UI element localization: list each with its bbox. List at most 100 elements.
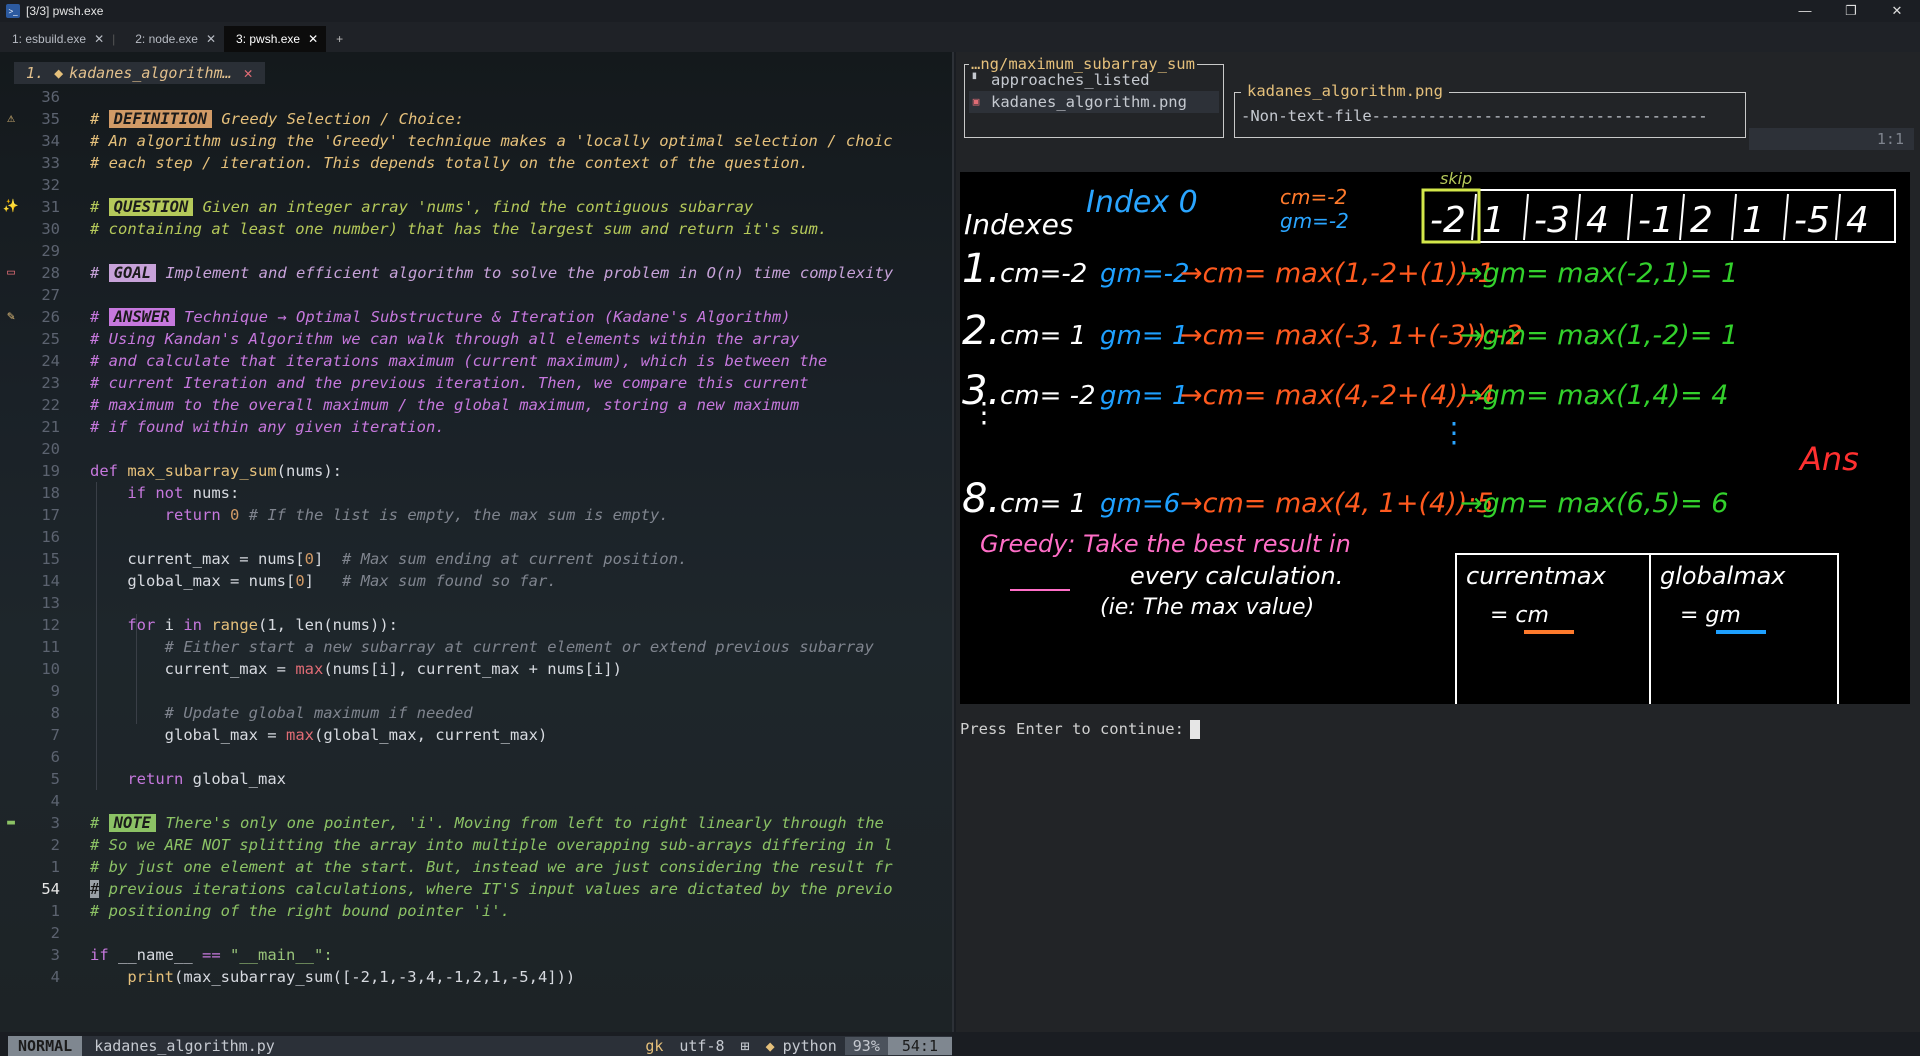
line-number: 29 — [41, 242, 60, 260]
tab-label: 1: esbuild.exe — [12, 32, 87, 46]
line-number: 27 — [41, 286, 60, 304]
code-line[interactable]: ✎ 26 # ANSWER Technique → Optimal Substruc… — [0, 306, 952, 328]
code-line[interactable]: 15 current_max = nums[0] # Max sum endin… — [0, 548, 952, 570]
line-number: 14 — [41, 572, 60, 590]
array-cell: 1 — [1482, 200, 1505, 241]
code-line[interactable]: 5 return global_max — [0, 768, 952, 790]
code-text: print(max_subarray_sum([-2,1,-3,4,-1,2,1… — [127, 968, 576, 986]
code-line[interactable]: 29 — [0, 240, 952, 262]
code-line[interactable]: 8 # Update global maximum if needed — [0, 702, 952, 724]
code-line[interactable]: 1 # positioning of the right bound pointe… — [0, 900, 952, 922]
tab-pwsh[interactable]: 3: pwsh.exe ✕ — [224, 26, 327, 52]
array-separator — [1679, 193, 1685, 241]
minimize-icon[interactable]: — — [1782, 0, 1828, 22]
code-line[interactable]: ⚠ 35 # DEFINITION Greedy Selection / Choic… — [0, 108, 952, 130]
array-cell: -3 — [1534, 200, 1570, 241]
skip-label: skip — [1440, 172, 1472, 188]
close-icon[interactable]: ✕ — [94, 32, 104, 46]
code-text: # and calculate that iterations maximum … — [90, 352, 828, 370]
calc-text: gm= 1 — [1100, 381, 1188, 411]
code-line[interactable]: ▭ 28 # GOAL Implement and efficient algori… — [0, 262, 952, 284]
code-line[interactable]: 32 — [0, 174, 952, 196]
code-line[interactable]: ▬ 3 # NOTE There's only one pointer, 'i'. … — [0, 812, 952, 834]
buffer-tab[interactable]: 1. ◆ kadanes_algorithm… ✕ — [14, 62, 265, 84]
close-icon[interactable]: ✕ — [308, 32, 318, 46]
code-text: # current Iteration and the previous ite… — [90, 374, 809, 392]
code-text: if __name__ == "__main__": — [90, 946, 333, 964]
code-text: if not nums: — [127, 484, 240, 502]
code-line[interactable]: 17 return 0 # If the list is empty, the … — [0, 504, 952, 526]
calc-text: gm=6 — [1100, 489, 1180, 519]
code-line[interactable]: 10 current_max = max(nums[i], current_ma… — [0, 658, 952, 680]
close-icon[interactable]: ✕ — [244, 64, 253, 82]
calc-text: cm=-2 — [1000, 259, 1087, 289]
code-line[interactable]: 34 # An algorithm using the 'Greedy' tech… — [0, 130, 952, 152]
list-item[interactable]: ▘ approaches_listed — [969, 69, 1219, 91]
line-number: 54 — [41, 880, 60, 898]
code-line[interactable]: 21 # if found within any given iteration. — [0, 416, 952, 438]
array-cell: 1 — [1742, 200, 1765, 241]
pane-divider[interactable] — [952, 52, 954, 1032]
code-line[interactable]: 6 — [0, 746, 952, 768]
code-line[interactable]: 4 print(max_subarray_sum([-2,1,-3,4,-1,2… — [0, 966, 952, 988]
indent-guide — [96, 724, 97, 746]
indent-guide — [96, 636, 97, 658]
code-line[interactable]: 19 def max_subarray_sum(nums): — [0, 460, 952, 482]
calc-text: 8. — [962, 476, 1000, 522]
code-text: # An algorithm using the 'Greedy' techni… — [90, 132, 893, 150]
line-number: 11 — [41, 638, 60, 656]
code-line[interactable]: 2 — [0, 922, 952, 944]
indent-guide — [96, 768, 97, 790]
code-line[interactable]: 11 # Either start a new subarray at curr… — [0, 636, 952, 658]
file-manager-pane[interactable]: …ng/maximum_subarray_sum ▘ approaches_li… — [956, 52, 1920, 1032]
code-text: # NOTE There's only one pointer, 'i'. Mo… — [90, 814, 884, 832]
code-line[interactable]: 4 — [0, 790, 952, 812]
calc-text: gm=-2 — [1100, 259, 1190, 289]
window-title: [3/3] pwsh.exe — [26, 4, 104, 18]
code-line[interactable]: 22 # maximum to the overall maximum / the… — [0, 394, 952, 416]
tab-esbuild[interactable]: 1: esbuild.exe ✕ | — [0, 26, 123, 52]
code-line[interactable]: 18 if not nums: — [0, 482, 952, 504]
code-area[interactable]: 36 ⚠ 35 # DEFINITION Greedy Selection / Cho… — [0, 86, 952, 988]
terminal-icon: >_ — [6, 4, 20, 18]
code-line[interactable]: 54 # previous iterations calculations, wh… — [0, 878, 952, 900]
code-line[interactable]: 3 if __name__ == "__main__": — [0, 944, 952, 966]
code-line[interactable]: 24 # and calculate that iterations maximu… — [0, 350, 952, 372]
code-line[interactable]: 13 — [0, 592, 952, 614]
code-line[interactable]: 30 # containing at least one number) that… — [0, 218, 952, 240]
indent-guide — [136, 680, 137, 702]
tab-node[interactable]: 2: node.exe ✕ — [123, 26, 224, 52]
new-tab-button[interactable]: + — [326, 26, 353, 52]
code-line[interactable]: 36 — [0, 86, 952, 108]
maximize-icon[interactable]: ❐ — [1828, 0, 1874, 22]
close-icon[interactable]: ✕ — [206, 32, 216, 46]
code-line[interactable]: 2 # So we ARE NOT splitting the array int… — [0, 834, 952, 856]
code-line[interactable]: 27 — [0, 284, 952, 306]
code-line[interactable]: 23 # current Iteration and the previous i… — [0, 372, 952, 394]
code-line[interactable]: 7 global_max = max(global_max, current_m… — [0, 724, 952, 746]
status-encoding: utf-8 — [679, 1037, 725, 1055]
code-line[interactable]: ✨ 31 # QUESTION Given an integer array 'nu… — [0, 196, 952, 218]
gutter-sign: ▭ — [7, 265, 15, 280]
array-cell: 2 — [1690, 200, 1713, 241]
terminal-cursor — [1189, 720, 1200, 739]
array-cell: -1 — [1638, 200, 1674, 241]
code-line[interactable]: 1 # by just one element at the start. But… — [0, 856, 952, 878]
tab-bar: 1: esbuild.exe ✕ | 2: node.exe ✕ 3: pwsh.ex… — [0, 22, 1920, 52]
code-line[interactable]: 25 # Using Kandan's Algorithm we can walk… — [0, 328, 952, 350]
close-icon[interactable]: ✕ — [1874, 0, 1920, 22]
code-line[interactable]: 14 global_max = nums[0] # Max sum found … — [0, 570, 952, 592]
code-line[interactable]: 12 for i in range(1, len(nums)): — [0, 614, 952, 636]
code-line[interactable]: 16 — [0, 526, 952, 548]
list-item-selected[interactable]: ▣ kadanes_algorithm.png — [969, 91, 1219, 113]
code-line[interactable]: 33 # each step / iteration. This depends … — [0, 152, 952, 174]
line-number: 24 — [41, 352, 60, 370]
editor-pane[interactable]: 1. ◆ kadanes_algorithm… ✕ 36 ⚠ 35 # DEFINIT… — [0, 52, 952, 1056]
line-number: 2 — [50, 924, 60, 942]
array-separator — [1783, 193, 1789, 241]
code-line[interactable]: 20 — [0, 438, 952, 460]
code-line[interactable]: 9 — [0, 680, 952, 702]
array-separator — [1523, 193, 1529, 241]
prompt[interactable]: Press Enter to continue: — [960, 720, 1200, 739]
indent-guide — [136, 614, 137, 636]
